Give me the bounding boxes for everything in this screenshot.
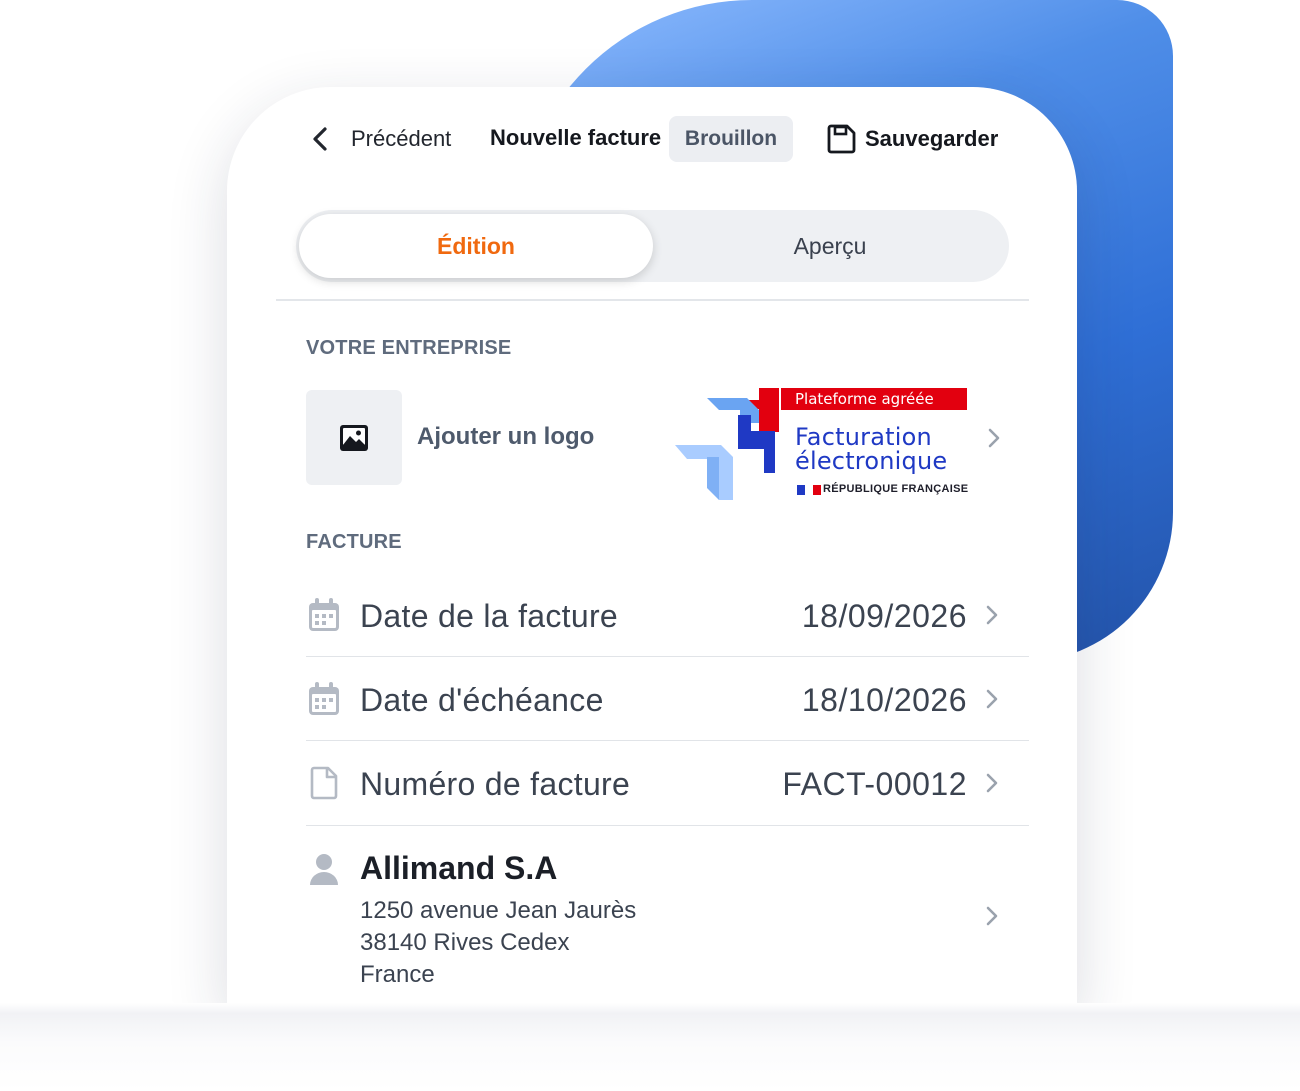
calendar-icon [309, 598, 339, 631]
chevron-right-icon [986, 605, 998, 625]
approved-platform-ribbon: Plateforme agréée [781, 388, 967, 410]
section-label-invoice: FACTURE [306, 531, 402, 553]
chevron-right-icon[interactable] [987, 427, 1001, 449]
badge-title-line2: électronique [795, 447, 948, 475]
add-logo-button[interactable] [306, 390, 402, 485]
bottom-fade [0, 1003, 1300, 1091]
due-date-row[interactable]: Date d'échéance 18/10/2026 [306, 657, 1029, 741]
save-button[interactable]: Sauvegarder [825, 122, 998, 156]
invoice-number-row[interactable]: Numéro de facture FACT-00012 [306, 741, 1029, 825]
image-icon [340, 424, 368, 451]
chevron-right-icon [986, 773, 998, 793]
back-label: Précédent [351, 126, 452, 151]
client-address-line: France [360, 961, 435, 988]
chevron-right-icon [986, 689, 998, 709]
document-icon [310, 766, 338, 800]
chevron-right-icon [986, 906, 998, 926]
due-date-value: 18/10/2026 [801, 682, 967, 718]
invoice-number-label: Numéro de facture [360, 766, 631, 802]
badge-republic-label: RÉPUBLIQUE FRANÇAISE [823, 483, 969, 495]
client-name: Allimand S.A [360, 850, 558, 886]
calendar-icon [309, 682, 339, 715]
top-bar: Précédent Nouvelle facture Brouillon Sau… [227, 87, 1077, 197]
french-flag-icon [797, 485, 821, 495]
section-label-company: VOTRE ENTREPRISE [306, 337, 512, 359]
tab-edition[interactable]: Édition [299, 214, 653, 278]
save-label: Sauvegarder [865, 126, 999, 151]
add-logo-label[interactable]: Ajouter un logo [417, 423, 594, 451]
invoice-date-row[interactable]: Date de la facture 18/09/2026 [306, 573, 1029, 657]
page-title: Nouvelle facture [490, 125, 662, 150]
divider [276, 299, 1029, 301]
view-toggle: Édition Aperçu [296, 210, 1009, 282]
tab-apercu[interactable]: Aperçu [653, 214, 1007, 278]
invoice-date-value: 18/09/2026 [801, 598, 967, 634]
e-invoicing-badge[interactable]: Plateforme agréée Facturation électroniq… [671, 387, 971, 503]
save-icon [827, 124, 856, 154]
invoice-date-label: Date de la facture [360, 598, 618, 634]
phone-screen: Précédent Nouvelle facture Brouillon Sau… [227, 87, 1077, 1007]
row-divider [306, 825, 1029, 826]
due-date-label: Date d'échéance [360, 682, 604, 718]
back-button[interactable]: Précédent [309, 123, 451, 155]
status-badge: Brouillon [669, 116, 793, 162]
e-invoicing-logo-icon [675, 388, 779, 500]
client-address-line: 38140 Rives Cedex [360, 929, 570, 956]
chevron-left-icon [313, 127, 327, 151]
invoice-number-value: FACT-00012 [782, 766, 967, 802]
client-address-line: 1250 avenue Jean Jaurès [360, 897, 637, 924]
person-icon [310, 854, 338, 885]
